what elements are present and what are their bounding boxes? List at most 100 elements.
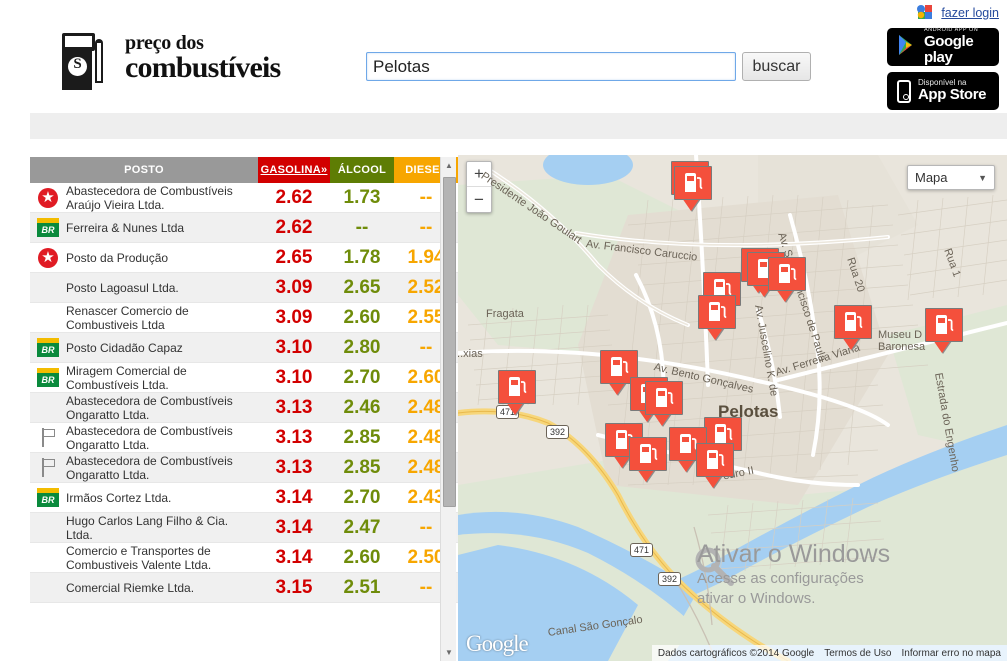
watermark-line-1: Ativar o Windows bbox=[697, 540, 891, 568]
price-gasolina: 3.10 bbox=[275, 336, 313, 358]
route-shield: 392 bbox=[546, 425, 570, 439]
fuel-pump-icon bbox=[768, 257, 806, 291]
google-icon bbox=[916, 4, 933, 21]
price-alcool: 2.60 bbox=[343, 546, 381, 568]
apple-phone-icon bbox=[897, 79, 911, 103]
map-panel[interactable]: + − Mapa ▼ Presidente João Goulart Av. Fr… bbox=[458, 155, 1007, 661]
search-input[interactable] bbox=[366, 52, 736, 81]
table-row[interactable]: Posto Lagoasul Ltda. 3.09 2.65 2.52 bbox=[30, 273, 458, 303]
price-gasolina: 2.65 bbox=[275, 246, 313, 268]
scroll-down-arrow[interactable]: ▼ bbox=[441, 644, 457, 661]
br-petrobras-logo-icon: BR bbox=[37, 368, 59, 387]
flag-icon bbox=[39, 458, 57, 477]
table-row[interactable]: Abastecedora de Combustíveis Araújo Viei… bbox=[30, 183, 458, 213]
gas-station-pin[interactable] bbox=[629, 437, 667, 483]
station-brand-icon-cell: BR bbox=[30, 488, 66, 507]
price-gasolina: 3.09 bbox=[275, 306, 313, 328]
table-row[interactable]: BR Ferreira & Nunes Ltda 2.62 -- -- bbox=[30, 213, 458, 243]
page-header: preço dos combustíveis buscar fazer logi… bbox=[0, 0, 1007, 113]
column-label: GASOLINA» bbox=[260, 164, 328, 176]
route-shield: 392 bbox=[658, 572, 682, 586]
map-type-select[interactable]: Mapa ▼ bbox=[907, 165, 995, 190]
search-button[interactable]: buscar bbox=[742, 52, 811, 81]
price-gasolina: 3.13 bbox=[275, 426, 313, 448]
table-row[interactable]: BR Posto Cidadão Capaz 3.10 2.80 -- bbox=[30, 333, 458, 363]
column-header-gasolina[interactable]: GASOLINA» bbox=[258, 157, 330, 183]
table-row[interactable]: Comercio e Transportes de Combustiveis V… bbox=[30, 543, 458, 573]
gas-station-pin[interactable] bbox=[698, 295, 736, 341]
app-store-text: Disponível na App Store bbox=[918, 78, 987, 104]
column-label: ÁLCOOL bbox=[337, 164, 387, 176]
table-row[interactable]: Posto da Produção2.651.781.94 bbox=[30, 243, 458, 273]
map-copyright: Dados cartográficos ©2014 Google bbox=[657, 647, 815, 659]
price-gasolina: 2.62 bbox=[275, 186, 313, 208]
terms-of-use-link[interactable]: Termos de Uso bbox=[824, 648, 891, 659]
fuel-pump-icon bbox=[498, 370, 536, 404]
station-name: Posto Lagoasul Ltda. bbox=[66, 280, 179, 295]
table-body: Abastecedora de Combustíveis Araújo Viei… bbox=[30, 183, 458, 603]
table-row[interactable]: BR Irmãos Cortez Ltda. 3.14 2.70 2.43 bbox=[30, 483, 458, 513]
google-play-badge[interactable]: ANDROID APP ON Google play bbox=[887, 28, 999, 66]
chevron-down-icon: ▼ bbox=[978, 172, 987, 183]
gas-station-pin[interactable] bbox=[645, 381, 683, 427]
badge-big-text: App Store bbox=[918, 86, 987, 104]
table-row[interactable]: Abastecedora de Combustíveis Ongaratto L… bbox=[30, 453, 458, 483]
scrollbar-thumb[interactable] bbox=[443, 177, 456, 507]
price-alcool: 2.80 bbox=[343, 336, 381, 358]
site-logo[interactable]: preço dos combustíveis bbox=[57, 25, 281, 90]
watermark-line-3: ativar o Windows. bbox=[697, 590, 816, 607]
google-play-text: ANDROID APP ON Google play bbox=[924, 28, 989, 66]
station-brand-icon-cell: BR bbox=[30, 368, 66, 387]
fuel-pump-icon bbox=[629, 437, 667, 471]
price-gasolina: 3.14 bbox=[275, 516, 313, 538]
gas-station-pin[interactable] bbox=[925, 308, 963, 354]
google-maps-logo: Google bbox=[466, 631, 529, 656]
route-shield: 471 bbox=[630, 543, 654, 557]
logo-line-1: preço dos bbox=[125, 31, 204, 54]
station-name: Posto Cidadão Capaz bbox=[66, 340, 183, 355]
table-row[interactable]: Abastecedora de Combustíveis Ongaratto L… bbox=[30, 423, 458, 453]
zoom-out-button[interactable]: − bbox=[467, 187, 491, 212]
zoom-in-button[interactable]: + bbox=[467, 162, 491, 187]
scroll-up-arrow[interactable]: ▲ bbox=[441, 157, 457, 174]
map-zoom-controls[interactable]: + − bbox=[466, 161, 492, 213]
fuel-pump-icon bbox=[57, 25, 115, 90]
gas-station-pin[interactable] bbox=[768, 257, 806, 303]
price-alcool: 2.46 bbox=[343, 396, 381, 418]
station-brand-icon-cell bbox=[30, 428, 66, 447]
price-alcool: 2.51 bbox=[343, 576, 381, 598]
station-brand-icon-cell bbox=[30, 187, 66, 208]
br-petrobras-logo-icon: BR bbox=[37, 338, 59, 357]
br-petrobras-logo-icon: BR bbox=[37, 218, 59, 237]
station-name: Renascer Comercio de Combustiveis Ltda bbox=[66, 303, 189, 332]
table-row[interactable]: Comercial Riemke Ltda. 3.15 2.51 -- bbox=[30, 573, 458, 603]
station-name: Abastecedora de Combustíveis Ongaratto L… bbox=[66, 453, 233, 482]
app-store-badge[interactable]: Disponível na App Store bbox=[887, 72, 999, 110]
flag-icon bbox=[39, 428, 57, 447]
price-alcool: 2.65 bbox=[343, 276, 381, 298]
login-link[interactable]: fazer login bbox=[941, 6, 999, 20]
table-row[interactable]: BR Miragem Comercial de Combustíveis Ltda… bbox=[30, 363, 458, 393]
price-gasolina: 3.14 bbox=[275, 486, 313, 508]
station-name: Miragem Comercial de Combustíveis Ltda. bbox=[66, 363, 187, 392]
login-area: fazer login bbox=[916, 4, 999, 21]
column-header-posto[interactable]: POSTO bbox=[30, 157, 258, 183]
station-brand-icon-cell bbox=[30, 247, 66, 268]
report-map-error-link[interactable]: Informar erro no mapa bbox=[902, 648, 1002, 659]
column-header-alcool[interactable]: ÁLCOOL bbox=[330, 157, 394, 183]
logo-line-2: combustíveis bbox=[125, 50, 281, 84]
station-name: Posto da Produção bbox=[66, 250, 169, 265]
stations-table: POSTO GASOLINA» ÁLCOOL DIESEL Abastecedo… bbox=[30, 157, 458, 661]
gas-station-pin[interactable] bbox=[674, 166, 712, 212]
station-brand-icon-cell: BR bbox=[30, 218, 66, 237]
gas-station-pin[interactable] bbox=[696, 443, 734, 489]
table-row[interactable]: Abastecedora de Combustíveis Ongaratto L… bbox=[30, 393, 458, 423]
price-gasolina: 3.13 bbox=[275, 396, 313, 418]
price-gasolina: 3.14 bbox=[275, 546, 313, 568]
table-row[interactable]: Renascer Comercio de Combustiveis Ltda 3.… bbox=[30, 303, 458, 333]
gas-station-pin[interactable] bbox=[834, 305, 872, 351]
table-scrollbar[interactable]: ▲ ▼ bbox=[440, 157, 456, 661]
price-gasolina: 3.10 bbox=[275, 366, 313, 388]
gas-station-pin[interactable] bbox=[498, 370, 536, 416]
table-row[interactable]: Hugo Carlos Lang Filho & Cia. Ltda. 3.14 2… bbox=[30, 513, 458, 543]
